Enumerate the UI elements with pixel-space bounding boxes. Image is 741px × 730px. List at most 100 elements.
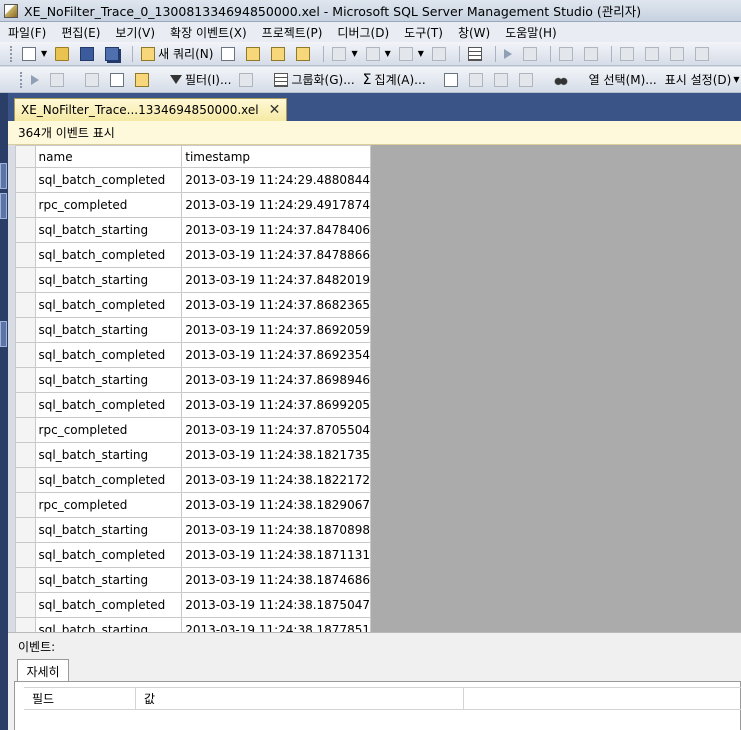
row-header[interactable] <box>15 167 36 193</box>
db-engine-query-button[interactable] <box>218 44 241 64</box>
debug-button[interactable] <box>520 44 543 64</box>
row-header[interactable] <box>15 267 36 293</box>
row-header-corner[interactable] <box>15 145 36 168</box>
indent-button[interactable] <box>692 44 715 64</box>
grouping-button[interactable]: 그룹화(G)... <box>271 70 357 90</box>
row-header[interactable] <box>15 467 36 493</box>
tab-details[interactable]: 자세히 <box>17 659 69 682</box>
row-header[interactable] <box>15 342 36 368</box>
execute-button[interactable] <box>501 44 518 64</box>
row-header[interactable] <box>15 517 36 543</box>
find-button[interactable] <box>551 70 574 90</box>
dmx-query-button[interactable] <box>268 44 291 64</box>
clear-filter-button[interactable] <box>236 70 259 90</box>
activity-monitor-button[interactable] <box>465 44 488 64</box>
open-button[interactable] <box>52 44 75 64</box>
choose-columns-button[interactable]: 열 선택(M)... <box>586 70 660 90</box>
table-row[interactable]: sql_batch_starting 2013-03-19 11:24:37.86… <box>15 317 371 343</box>
row-header[interactable] <box>15 592 36 618</box>
comment-button[interactable] <box>642 44 665 64</box>
table-row[interactable]: sql_batch_completed 2013-03-19 11:24:37.8… <box>15 342 371 368</box>
details-pane-button[interactable] <box>107 70 130 90</box>
row-header[interactable] <box>15 192 36 218</box>
undo-button[interactable]: ▼ <box>329 44 360 64</box>
table-row[interactable]: rpc_completed 2013-03-19 11:24:38.1829067 <box>15 492 371 518</box>
row-header[interactable] <box>15 617 36 632</box>
table-row[interactable]: sql_batch_starting 2013-03-19 11:24:37.84… <box>15 217 371 243</box>
stop-button[interactable] <box>581 44 604 64</box>
menu-project[interactable]: 프로젝트(P) <box>262 24 323 41</box>
row-header[interactable] <box>15 367 36 393</box>
table-row[interactable]: sql_batch_starting 2013-03-19 11:24:38.18… <box>15 617 371 632</box>
row-header[interactable] <box>15 492 36 518</box>
next-bookmark-button[interactable] <box>491 70 514 90</box>
menu-tools[interactable]: 도구(T) <box>404 24 443 41</box>
close-icon[interactable]: ✕ <box>269 102 281 118</box>
row-header[interactable] <box>15 392 36 418</box>
stop-data-feed-button[interactable] <box>47 70 70 90</box>
filter-button[interactable]: 필터(I)... <box>167 70 234 90</box>
table-row[interactable]: sql_batch_completed 2013-03-19 11:24:37.8… <box>15 392 371 418</box>
uncomment-button[interactable] <box>667 44 690 64</box>
menu-help[interactable]: 도움말(H) <box>505 24 557 41</box>
menu-view[interactable]: 보기(V) <box>115 24 155 41</box>
row-header[interactable] <box>15 292 36 318</box>
table-row[interactable]: sql_batch_completed 2013-03-19 11:24:29.4… <box>15 167 371 193</box>
save-all-button[interactable] <box>102 44 125 64</box>
table-row[interactable]: rpc_completed 2013-03-19 11:24:37.8705504 <box>15 417 371 443</box>
table-row[interactable]: sql_batch_completed 2013-03-19 11:24:37.8… <box>15 242 371 268</box>
row-header[interactable] <box>15 417 36 443</box>
table-row[interactable]: sql_batch_completed 2013-03-19 11:24:38.1… <box>15 592 371 618</box>
row-header[interactable] <box>15 442 36 468</box>
pause-button[interactable] <box>556 44 579 64</box>
mdx-query-button[interactable] <box>243 44 266 64</box>
save-button[interactable] <box>77 44 100 64</box>
menu-edit[interactable]: 편집(E) <box>61 24 100 41</box>
clear-bookmarks-button[interactable] <box>516 70 539 90</box>
row-header[interactable] <box>15 217 36 243</box>
start-data-feed-button[interactable] <box>28 70 45 90</box>
step-button[interactable] <box>617 44 640 64</box>
event-grid-area[interactable]: name timestamp sql_batch_completed 2013-0… <box>15 145 741 632</box>
dock-tab-properties[interactable] <box>0 321 7 347</box>
table-row[interactable]: sql_batch_completed 2013-03-19 11:24:37.8… <box>15 292 371 318</box>
column-header-value[interactable]: 값 <box>136 688 464 709</box>
table-row[interactable]: sql_batch_completed 2013-03-19 11:24:38.1… <box>15 467 371 493</box>
display-settings-button[interactable]: 표시 설정(D) ▼ <box>662 70 741 90</box>
xel-document-tab[interactable]: XE_NoFilter_Trace...1334694850000.xel ✕ <box>14 98 288 121</box>
row-header[interactable] <box>15 542 36 568</box>
menu-debug[interactable]: 디버그(D) <box>337 24 389 41</box>
navigate-back-button[interactable]: ▼ <box>396 44 427 64</box>
navigate-forward-button[interactable] <box>429 44 452 64</box>
row-header[interactable] <box>15 317 36 343</box>
event-name-cell: sql_batch_starting <box>34 517 183 543</box>
new-item-button[interactable]: ▼ <box>19 44 50 64</box>
table-row[interactable]: sql_batch_starting 2013-03-19 11:24:38.18… <box>15 567 371 593</box>
dock-tab-object-explorer[interactable] <box>0 163 7 189</box>
column-header-name[interactable]: name <box>34 145 183 168</box>
aggregation-button[interactable]: Σ 집계(A)... <box>360 70 429 90</box>
menu-window[interactable]: 창(W) <box>458 24 490 41</box>
table-row[interactable]: sql_batch_completed 2013-03-19 11:24:38.1… <box>15 542 371 568</box>
column-header-timestamp[interactable]: timestamp <box>181 145 371 168</box>
table-row[interactable]: sql_batch_starting 2013-03-19 11:24:37.86… <box>15 367 371 393</box>
table-row[interactable]: sql_batch_starting 2013-03-19 11:24:38.18… <box>15 442 371 468</box>
xmla-query-button[interactable] <box>293 44 316 64</box>
column-header-field[interactable]: 필드 <box>24 688 136 709</box>
table-row[interactable]: sql_batch_starting 2013-03-19 11:24:37.84… <box>15 267 371 293</box>
new-query-button[interactable]: 새 쿼리(N) <box>138 44 216 64</box>
row-header[interactable] <box>15 567 36 593</box>
redo-button[interactable]: ▼ <box>363 44 394 64</box>
table-row[interactable]: rpc_completed 2013-03-19 11:24:29.4917874 <box>15 192 371 218</box>
toolbar-grip[interactable] <box>10 45 13 62</box>
toolbar-grip[interactable] <box>20 71 22 88</box>
grid-pane-button[interactable] <box>132 70 155 90</box>
menu-extended-events[interactable]: 확장 이벤트(X) <box>170 24 247 41</box>
menu-file[interactable]: 파일(F) <box>8 24 46 41</box>
previous-bookmark-button[interactable] <box>466 70 489 90</box>
dock-tab-registered-servers[interactable] <box>0 193 7 219</box>
clear-data-button[interactable] <box>82 70 105 90</box>
bookmark-button[interactable] <box>441 70 464 90</box>
row-header[interactable] <box>15 242 36 268</box>
table-row[interactable]: sql_batch_starting 2013-03-19 11:24:38.18… <box>15 517 371 543</box>
